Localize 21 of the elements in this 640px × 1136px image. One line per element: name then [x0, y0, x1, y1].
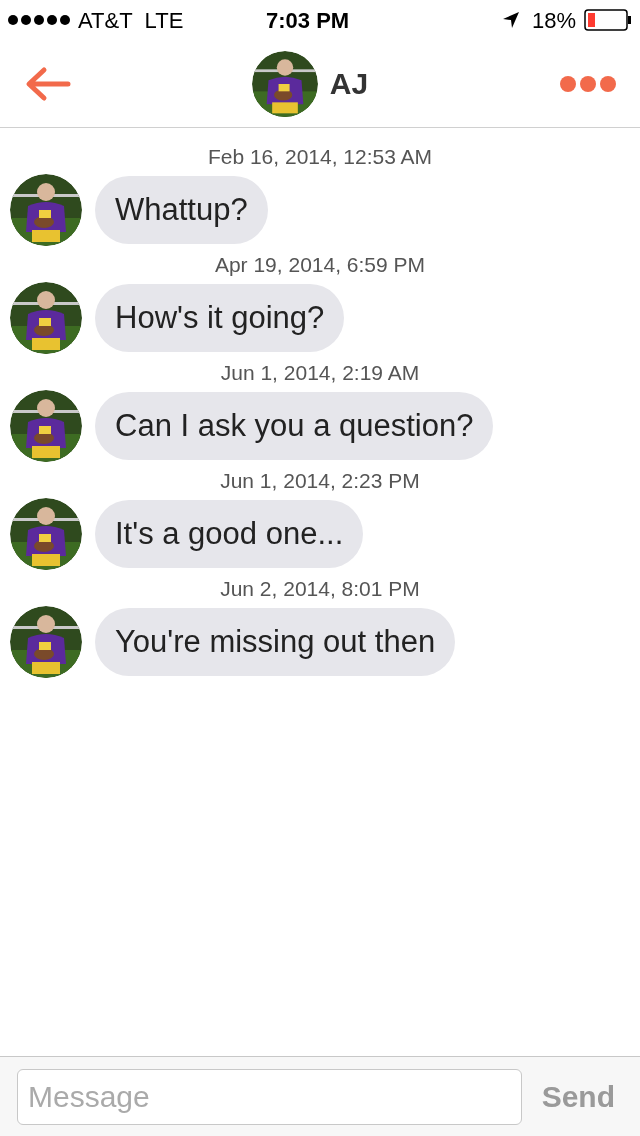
battery-icon: [584, 9, 632, 31]
more-icon: [560, 75, 616, 92]
battery-percent: 18%: [531, 6, 576, 35]
carrier: AT&T: [78, 6, 133, 35]
message-bubble: You're missing out then: [95, 608, 456, 676]
message-bubble: It's a good one...: [95, 500, 364, 568]
timestamp: Jun 2, 2014, 8:01 PM: [219, 576, 421, 602]
timestamp: Feb 16, 2014, 12:53 AM: [206, 144, 434, 170]
message-bubble: Whattup?: [95, 176, 268, 244]
message-bubble: How's it going?: [95, 284, 345, 352]
timestamp: Apr 19, 2014, 6:59 PM: [213, 252, 427, 278]
timestamp: Jun 1, 2014, 2:19 AM: [219, 360, 421, 386]
clock: 7:03 PM: [266, 6, 350, 35]
location-icon: [501, 11, 520, 29]
message-field[interactable]: Message: [17, 1068, 522, 1125]
message-bubble: Can I ask you a question?: [95, 392, 494, 460]
timestamp: Jun 1, 2014, 2:23 PM: [219, 468, 421, 494]
contact-name: AJ: [329, 66, 369, 102]
signal-icon: [8, 15, 70, 25]
network-type: LTE: [144, 6, 184, 35]
back-arrow-icon: [24, 65, 72, 102]
